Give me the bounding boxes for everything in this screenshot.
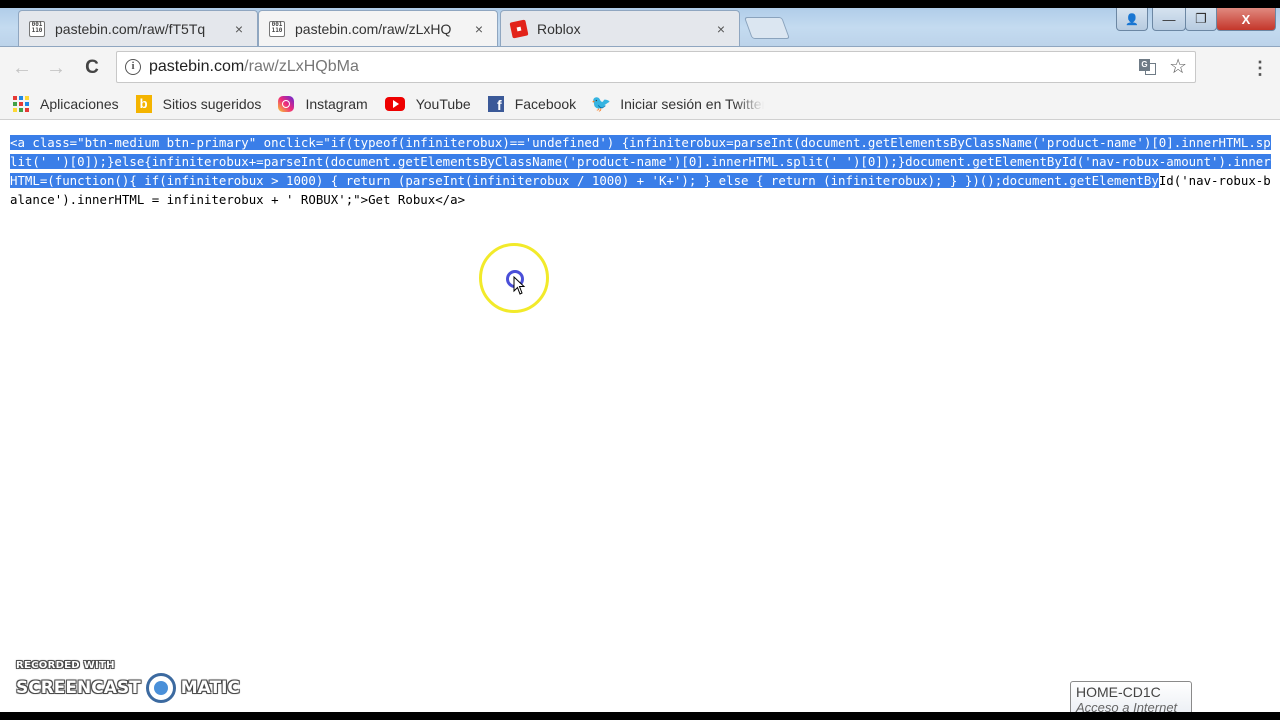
close-tab-icon[interactable]: × <box>471 21 487 37</box>
instagram-icon <box>277 95 295 113</box>
tab-title: Roblox <box>537 20 581 37</box>
toolbar: ← → C i pastebin.com/raw/zLxHQbMa G ☆ ⋮ <box>0 46 1280 89</box>
roblox-icon <box>509 19 529 38</box>
selected-text[interactable]: <a class="btn-medium btn-primary" onclic… <box>10 135 1271 188</box>
watermark-caption: RECORDED WITH <box>16 660 115 671</box>
bing-icon: b <box>135 94 153 113</box>
twitter-icon: 🐦 <box>591 95 612 113</box>
tab-roblox[interactable]: Roblox × <box>500 10 740 46</box>
page-content: <a class="btn-medium btn-primary" onclic… <box>0 121 1280 712</box>
chrome-menu-icon[interactable]: ⋮ <box>1250 57 1270 79</box>
screencast-watermark: RECORDED WITH SCREENCAST MATIC <box>16 660 240 703</box>
bookmark-aplicaciones[interactable]: Aplicaciones <box>12 95 119 113</box>
raw-paste-text[interactable]: <a class="btn-medium btn-primary" onclic… <box>10 133 1274 209</box>
tab-title: pastebin.com/raw/fT5Tq <box>55 20 206 37</box>
minimize-icon: — <box>1162 11 1176 27</box>
bookmark-facebook[interactable]: f Facebook <box>487 95 576 113</box>
screencast-logo-icon <box>145 673 176 703</box>
url-text[interactable]: pastebin.com/raw/zLxHQbMa <box>149 58 359 76</box>
bookmark-label: YouTube <box>415 95 471 112</box>
network-tooltip: HOME-CD1C Acceso a Internet <box>1070 681 1192 712</box>
tab-strip: 001 110 pastebin.com/raw/fT5Tq × 001 110 p… <box>0 0 1280 46</box>
facebook-icon: f <box>487 95 505 113</box>
back-arrow-icon: ← <box>12 57 32 79</box>
bookmark-label: Sitios sugeridos <box>162 95 262 112</box>
close-icon: X <box>1241 11 1251 27</box>
reload-button[interactable]: C <box>80 57 104 79</box>
minimize-button[interactable]: — <box>1152 8 1186 31</box>
mouse-cursor-icon <box>513 276 526 295</box>
info-icon[interactable]: i <box>125 59 141 75</box>
bookmark-sitios-sugeridos[interactable]: b Sitios sugeridos <box>135 94 262 113</box>
apps-grid-icon <box>12 95 30 113</box>
pastebin-icon: 001 110 <box>269 20 285 37</box>
new-tab-button[interactable] <box>743 17 791 39</box>
bookmark-label: Aplicaciones <box>40 95 119 112</box>
back-button[interactable]: ← <box>10 57 34 79</box>
close-tab-icon[interactable]: × <box>231 21 247 37</box>
tab-pastebin-1[interactable]: 001 110 pastebin.com/raw/fT5Tq × <box>18 10 258 46</box>
restore-button[interactable]: ❐ <box>1185 8 1217 31</box>
letterbox-top <box>0 0 1280 8</box>
bookmark-instagram[interactable]: Instagram <box>277 95 368 113</box>
restore-icon: ❐ <box>1195 11 1207 26</box>
screen: 001 110 pastebin.com/raw/fT5Tq × 001 110 p… <box>0 0 1280 712</box>
forward-arrow-icon: → <box>46 57 66 79</box>
bookmark-twitter[interactable]: 🐦 Iniciar sesión en Twitter <box>591 95 765 113</box>
tab-title: pastebin.com/raw/zLxHQ <box>295 20 452 37</box>
translate-icon[interactable]: G <box>1139 59 1157 76</box>
watermark-left: SCREENCAST <box>16 678 141 698</box>
forward-button[interactable]: → <box>44 57 68 79</box>
bookmark-label: Iniciar sesión en Twitter <box>620 95 765 112</box>
tooltip-subtitle: Acceso a Internet <box>1076 700 1178 712</box>
bookmark-label: Instagram <box>305 95 368 112</box>
close-tab-icon[interactable]: × <box>713 21 729 37</box>
bookmark-star-icon[interactable]: ☆ <box>1169 54 1187 79</box>
pastebin-icon: 001 110 <box>29 20 45 37</box>
profile-button[interactable]: 👤 <box>1116 8 1148 31</box>
url-path: /raw/zLxHQbMa <box>244 58 359 75</box>
url-host: pastebin.com <box>149 58 245 75</box>
window-close-button[interactable]: X <box>1216 8 1276 31</box>
address-bar[interactable]: i pastebin.com/raw/zLxHQbMa G ☆ <box>116 51 1196 83</box>
bookmark-youtube[interactable]: YouTube <box>384 95 471 113</box>
profile-icon: 👤 <box>1125 13 1139 26</box>
watermark-right: MATIC <box>180 678 240 698</box>
bookmarks-bar: Aplicaciones b Sitios sugeridos Instagra… <box>0 88 1280 120</box>
letterbox-bottom <box>0 712 1280 720</box>
reload-icon: C <box>85 57 99 78</box>
youtube-icon <box>384 95 406 113</box>
tab-pastebin-2[interactable]: 001 110 pastebin.com/raw/zLxHQ × <box>258 10 498 46</box>
tooltip-title: HOME-CD1C <box>1076 684 1161 700</box>
bookmark-label: Facebook <box>514 95 577 112</box>
